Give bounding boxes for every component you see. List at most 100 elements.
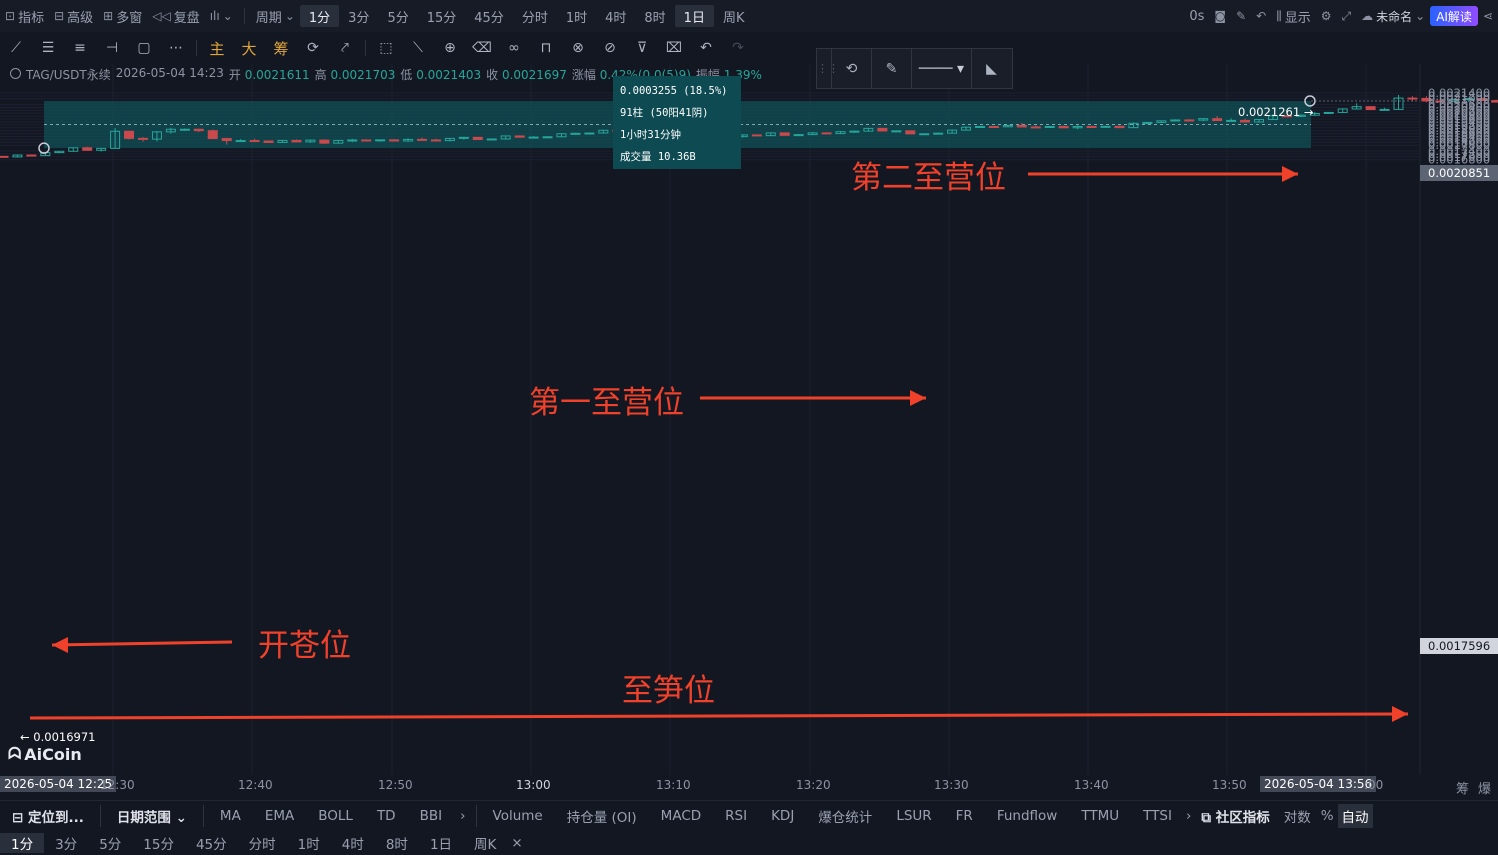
advanced-label: 高级 bbox=[67, 10, 94, 26]
indicator-boll[interactable]: BOLL bbox=[306, 808, 365, 824]
horizontal-lines-icon[interactable]: ≡ bbox=[64, 34, 96, 62]
eraser-icon[interactable]: ⌫ bbox=[466, 34, 498, 62]
multi-window-button[interactable]: ⊞ 多窗 bbox=[98, 5, 147, 27]
chevron-right-icon[interactable]: › bbox=[1184, 808, 1193, 824]
sync-icon[interactable]: ⟳ bbox=[297, 34, 329, 62]
alert-icon[interactable]: ⊗ bbox=[562, 34, 594, 62]
bottom-tf-15m[interactable]: 15分 bbox=[132, 833, 185, 853]
candle-up bbox=[179, 128, 190, 131]
indicator-rsi[interactable]: RSI bbox=[713, 808, 759, 824]
pen-icon[interactable]: ✎ bbox=[1231, 5, 1251, 27]
bottom-tf-1w[interactable]: 周K bbox=[463, 833, 507, 853]
bottom-tf-8h[interactable]: 8时 bbox=[375, 833, 419, 853]
color-fill-icon[interactable]: ◣ bbox=[971, 49, 1011, 88]
horizontal-ray-icon[interactable]: ⊣ bbox=[96, 34, 128, 62]
chevron-down-icon: ⌄ bbox=[222, 9, 233, 23]
big-toggle[interactable]: 大 bbox=[233, 34, 265, 62]
indicator-kdj[interactable]: KDJ bbox=[759, 808, 806, 824]
time-axis[interactable]: 2026-05-04 12:25 12:30 12:40 12:50 13:00… bbox=[0, 776, 1498, 797]
tf-15m[interactable]: 15分 bbox=[418, 5, 466, 27]
log-scale-toggle[interactable]: 对数 bbox=[1278, 806, 1317, 826]
eye-icon[interactable] bbox=[10, 68, 21, 79]
filter-icon[interactable]: ⊽ bbox=[626, 34, 658, 62]
indicator-fundflow[interactable]: Fundflow bbox=[985, 808, 1070, 824]
indicator-oi[interactable]: 持仓量 (OI) bbox=[555, 806, 649, 826]
magic-icon[interactable]: ⤤ bbox=[329, 34, 361, 62]
chevron-right-icon[interactable]: › bbox=[454, 808, 471, 824]
ruler-icon[interactable]: ⟍ bbox=[402, 34, 434, 62]
bottom-tf-1d[interactable]: 1日 bbox=[419, 833, 463, 853]
more-dots-icon[interactable]: ⋯ bbox=[160, 34, 192, 62]
bottom-tf-timeline[interactable]: 分时 bbox=[238, 833, 287, 853]
close-icon[interactable]: × bbox=[507, 835, 526, 851]
settings-icon[interactable]: ⚙ bbox=[1316, 5, 1337, 27]
tf-1m[interactable]: 1分 bbox=[299, 5, 340, 27]
tf-8h[interactable]: 8时 bbox=[635, 5, 674, 27]
main-toggle[interactable]: 主 bbox=[201, 34, 233, 62]
date-range-dropdown[interactable]: 日期范围 ⌄ bbox=[105, 806, 199, 826]
chart-type-dropdown[interactable]: ılı ⌄ bbox=[205, 5, 238, 27]
candlestick-chart[interactable]: 0.00214000.00212000.00210000.00206000.00… bbox=[0, 0, 1498, 800]
advanced-button[interactable]: ⊟ 高级 bbox=[49, 5, 98, 27]
select-cursor-icon[interactable]: ⬚ bbox=[370, 34, 402, 62]
tf-4h[interactable]: 4时 bbox=[596, 5, 635, 27]
tf-1d[interactable]: 1日 bbox=[674, 5, 714, 27]
bottom-tf-3m[interactable]: 3分 bbox=[44, 833, 88, 853]
tf-timeline[interactable]: 分时 bbox=[513, 5, 557, 27]
tf-1w[interactable]: 周K bbox=[714, 5, 754, 27]
replay-button[interactable]: ◁◁ 复盘 bbox=[147, 5, 204, 27]
indicator-td[interactable]: TD bbox=[365, 808, 408, 824]
bottom-tf-5m[interactable]: 5分 bbox=[88, 833, 132, 853]
chip-toggle[interactable]: 筹 bbox=[265, 34, 297, 62]
zoom-icon[interactable]: ⊕ bbox=[434, 34, 466, 62]
rectangle-icon[interactable]: ▢ bbox=[128, 34, 160, 62]
indicator-ttmu[interactable]: TTMU bbox=[1069, 808, 1131, 824]
display-button[interactable]: ⫼ 显示 bbox=[1271, 5, 1316, 27]
camera-icon[interactable]: ◙ bbox=[1209, 5, 1231, 27]
share-icon[interactable]: ⋖ bbox=[1478, 5, 1498, 27]
indicator-ema[interactable]: EMA bbox=[253, 808, 306, 824]
parallel-lines-icon[interactable]: ☰ bbox=[32, 34, 64, 62]
indicator-bbi[interactable]: BBI bbox=[408, 808, 455, 824]
rotate-icon[interactable]: ⟲ bbox=[831, 49, 871, 88]
bottom-tf-1m[interactable]: 1分 bbox=[0, 833, 45, 853]
drag-handle-icon[interactable]: ⋮⋮ bbox=[817, 62, 839, 75]
layout-dropdown[interactable]: ☁ 未命名 ⌄ bbox=[1356, 5, 1430, 27]
locate-button[interactable]: ⊟ 定位到... bbox=[0, 806, 96, 826]
stop-arrow bbox=[29, 712, 1409, 720]
tf-3m[interactable]: 3分 bbox=[339, 5, 378, 27]
lock-icon[interactable]: ⊓ bbox=[530, 34, 562, 62]
indicator-ma[interactable]: MA bbox=[208, 808, 253, 824]
auto-scale-toggle[interactable]: 自动 bbox=[1337, 803, 1373, 828]
undo-icon[interactable]: ↶ bbox=[690, 34, 722, 62]
period-dropdown[interactable]: 周期 ⌄ bbox=[251, 5, 300, 27]
redo-icon[interactable]: ↷ bbox=[722, 34, 754, 62]
tf-5m[interactable]: 5分 bbox=[378, 5, 417, 27]
line-style-dropdown[interactable]: ──── ▾ bbox=[911, 49, 971, 88]
liquidation-axis-toggle[interactable]: 爆 bbox=[1478, 778, 1491, 797]
fullscreen-icon[interactable]: ⤢ bbox=[1337, 5, 1357, 27]
tf-45m[interactable]: 45分 bbox=[465, 5, 513, 27]
indicator-macd[interactable]: MACD bbox=[649, 808, 713, 824]
indicator-volume[interactable]: Volume bbox=[481, 808, 555, 824]
binocular-icon[interactable]: ∞ bbox=[498, 34, 530, 62]
community-indicators-button[interactable]: ⧉ 社区指标 bbox=[1193, 806, 1277, 826]
percent-scale-toggle[interactable]: % bbox=[1317, 808, 1338, 824]
bottom-tf-45m[interactable]: 45分 bbox=[185, 833, 238, 853]
box-price-label: 0.0017596 bbox=[1420, 638, 1498, 654]
indicators-button[interactable]: ⊡ 指标 bbox=[0, 5, 49, 27]
indicator-lsur[interactable]: LSUR bbox=[884, 808, 943, 824]
ai-interpret-button[interactable]: AI解读 bbox=[1430, 6, 1478, 26]
indicator-liquidation[interactable]: 爆仓统计 bbox=[806, 806, 884, 826]
bottom-tf-4h[interactable]: 4时 bbox=[331, 833, 375, 853]
undo-arrow-icon[interactable]: ↶ bbox=[1251, 5, 1271, 27]
indicator-ttsi[interactable]: TTSI bbox=[1131, 808, 1184, 824]
trash-icon[interactable]: ⌧ bbox=[658, 34, 690, 62]
indicator-fr[interactable]: FR bbox=[944, 808, 985, 824]
bottom-tf-1h[interactable]: 1时 bbox=[287, 833, 331, 853]
magnet-icon[interactable]: ⊘ bbox=[594, 34, 626, 62]
edit-icon[interactable]: ✎ bbox=[871, 49, 911, 88]
chip-axis-toggle[interactable]: 筹 bbox=[1456, 778, 1469, 797]
tf-1h[interactable]: 1时 bbox=[557, 5, 596, 27]
trend-line-icon[interactable]: ⟋ bbox=[0, 34, 32, 62]
